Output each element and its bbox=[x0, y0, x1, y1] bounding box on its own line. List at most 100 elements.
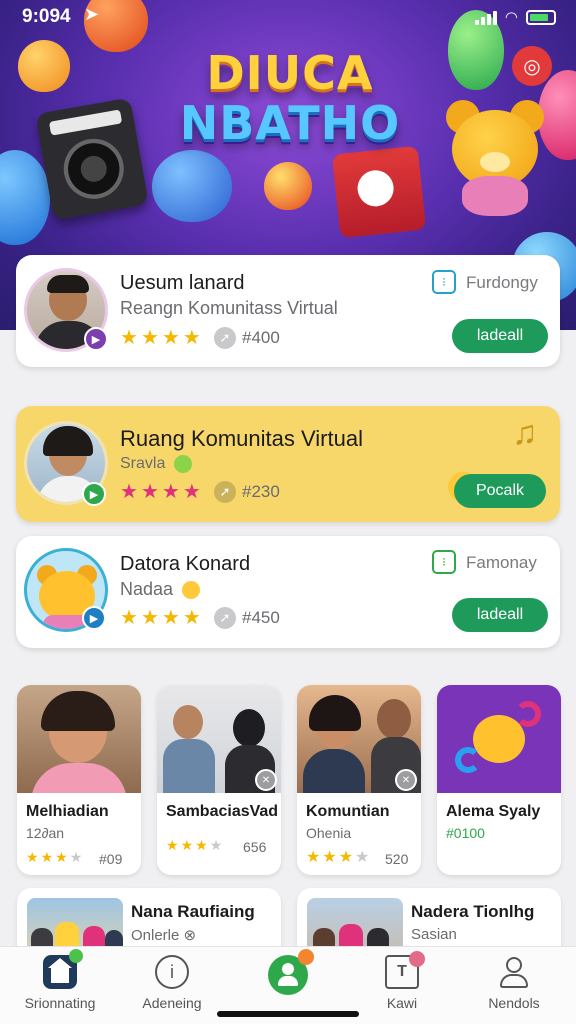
info-icon: i bbox=[155, 955, 189, 989]
star-icon: ★ bbox=[166, 837, 179, 853]
star-icon: ★ bbox=[140, 481, 159, 503]
card-action-button[interactable]: ladeall bbox=[452, 319, 548, 353]
signal-icon bbox=[474, 9, 497, 25]
tile-price: 656 bbox=[243, 839, 267, 855]
profile-icon bbox=[497, 955, 531, 989]
star-icon: ★ bbox=[120, 607, 138, 629]
share-icon[interactable]: ➚ bbox=[214, 607, 236, 629]
tab-label: Kawi bbox=[386, 995, 418, 1011]
star-rating: ★ ★ ★ ★ bbox=[120, 479, 201, 504]
card-price: #450 bbox=[242, 608, 280, 627]
corner-label: Furdongy bbox=[466, 273, 538, 292]
ball-decoration bbox=[264, 162, 312, 210]
tile-subtitle: Ohenia bbox=[306, 825, 352, 841]
location-pin-icon[interactable]: ◎ bbox=[512, 46, 552, 86]
star-icon: ★ bbox=[338, 849, 354, 866]
tab-home[interactable]: Srionnating bbox=[5, 949, 115, 1015]
hero-title-line1: DIUCA bbox=[206, 46, 374, 100]
hero-title: DIUCA NBATHO bbox=[150, 48, 430, 148]
card-action-button[interactable]: ladeall bbox=[452, 598, 548, 632]
star-icon: ★ bbox=[182, 327, 201, 349]
bag-decoration bbox=[331, 145, 427, 239]
featured-community-card[interactable]: ▶ Ruang Komunitas Virtual Sravla ★ ★ ★ ★ ➚ … bbox=[16, 406, 560, 522]
star-icon: ★ bbox=[140, 607, 159, 629]
star-icon: ★ bbox=[55, 849, 68, 865]
hero-title-line2: NBATHO bbox=[179, 96, 401, 150]
play-badge-icon[interactable]: ▶ bbox=[84, 327, 108, 351]
card-price: #230 bbox=[242, 482, 280, 501]
wifi-icon: ◠ bbox=[504, 9, 518, 26]
home-icon bbox=[43, 949, 83, 989]
tile-price: #09 bbox=[99, 851, 123, 867]
tile-title: Melhiadian bbox=[26, 803, 109, 820]
tab-label: Srionnating bbox=[24, 995, 96, 1011]
wide-card-subtitle: Sasian bbox=[411, 926, 457, 943]
tile-subtitle: #0100 bbox=[446, 825, 485, 841]
star-icon: ★ bbox=[182, 607, 201, 629]
star-icon: ★ bbox=[209, 837, 223, 853]
status-icon: ⊗ bbox=[183, 927, 197, 944]
ball-decoration bbox=[152, 150, 232, 222]
wide-card-subtitle-text: Onlerle bbox=[131, 927, 180, 944]
battery-icon bbox=[526, 9, 556, 25]
wide-card-subtitle: Onlerle ⊗ bbox=[131, 926, 196, 944]
tab-info[interactable]: i Adeneing bbox=[117, 955, 227, 1015]
star-icon: ★ bbox=[140, 327, 159, 349]
card-action-button[interactable]: Pocalk bbox=[454, 474, 546, 508]
community-card[interactable]: ▶ Datora Konard Nadaa ★ ★ ★ ★ ➚ #450 ⁝ Famo… bbox=[16, 536, 560, 648]
star-icon: ★ bbox=[182, 481, 201, 503]
star-icon: ★ bbox=[120, 481, 138, 503]
card-price: #400 bbox=[242, 328, 280, 347]
tab-text[interactable]: T Kawi bbox=[347, 951, 457, 1015]
star-icon: ★ bbox=[120, 327, 138, 349]
play-badge-icon[interactable]: ▶ bbox=[82, 482, 106, 506]
star-rating: ★ ★ ★ ★ bbox=[306, 847, 369, 867]
star-icon: ★ bbox=[40, 849, 54, 865]
tab-profile[interactable]: Nendols bbox=[459, 955, 569, 1015]
location-arrow-icon: ➤ bbox=[84, 4, 100, 24]
star-icon: ★ bbox=[355, 849, 370, 866]
status-bar: 9:094 ➤ ◠ bbox=[0, 0, 576, 34]
card-subtitle: Sravla bbox=[120, 455, 192, 473]
balloon-decoration bbox=[0, 150, 50, 245]
emoji-icon bbox=[173, 455, 192, 473]
share-badge-icon[interactable]: ✕ bbox=[395, 769, 417, 791]
star-icon: ★ bbox=[161, 607, 180, 629]
card-subtitle-text: Nadaa bbox=[120, 579, 174, 599]
share-icon[interactable]: ➚ bbox=[214, 327, 236, 349]
card-subtitle-text: Sravla bbox=[120, 455, 166, 473]
tile-price: 520 bbox=[385, 851, 409, 867]
status-icons: ◠ bbox=[474, 8, 556, 26]
tab-chat[interactable] bbox=[233, 949, 343, 1015]
home-indicator bbox=[217, 1011, 359, 1017]
share-icon[interactable]: ➚ bbox=[214, 481, 236, 503]
star-icon: ★ bbox=[161, 481, 180, 503]
star-rating: ★ ★ ★ ★ bbox=[120, 605, 201, 630]
tile-image bbox=[17, 685, 141, 793]
tile-title: Alema Syaly bbox=[446, 803, 541, 820]
community-tile[interactable]: Alema Syaly #0100 bbox=[437, 685, 561, 875]
teddy-bear-decoration bbox=[440, 96, 550, 216]
wide-card-title: Nadera Tionlhg bbox=[411, 902, 535, 921]
community-tile[interactable]: ✕ SambaciasVad ★ ★ ★ ★ 656 bbox=[157, 685, 281, 875]
card-subtitle: Reangn Komunitass Virtual bbox=[120, 298, 338, 318]
card-name: Ruang Komunitas Virtual bbox=[120, 426, 363, 451]
star-icon: ★ bbox=[161, 327, 180, 349]
status-time: 9:094 bbox=[22, 6, 71, 27]
star-rating: ★ ★ ★ ★ bbox=[26, 849, 82, 866]
community-card[interactable]: ▶ Uesum lanard Reangn Komunitass Virtual… bbox=[16, 255, 560, 367]
community-tile[interactable]: Melhiadian 12∂an ★ ★ ★ ★ #09 bbox=[17, 685, 141, 875]
card-name: Datora Konard bbox=[120, 553, 251, 575]
play-badge-icon[interactable]: ▶ bbox=[82, 606, 106, 630]
text-box-icon: T bbox=[385, 951, 425, 989]
wide-card-title: Nana Raufiaing bbox=[131, 902, 255, 921]
community-tile[interactable]: ✕ Komuntian Ohenia ★ ★ ★ ★ 520 bbox=[297, 685, 421, 875]
star-icon: ★ bbox=[306, 849, 321, 866]
star-icon: ★ bbox=[195, 837, 208, 853]
emoji-icon bbox=[182, 581, 201, 600]
star-icon: ★ bbox=[322, 849, 337, 866]
share-badge-icon[interactable]: ✕ bbox=[255, 769, 277, 791]
tile-subtitle: 12∂an bbox=[26, 825, 65, 841]
music-note-icon: ♫ bbox=[512, 414, 538, 452]
tile-image bbox=[437, 685, 561, 793]
